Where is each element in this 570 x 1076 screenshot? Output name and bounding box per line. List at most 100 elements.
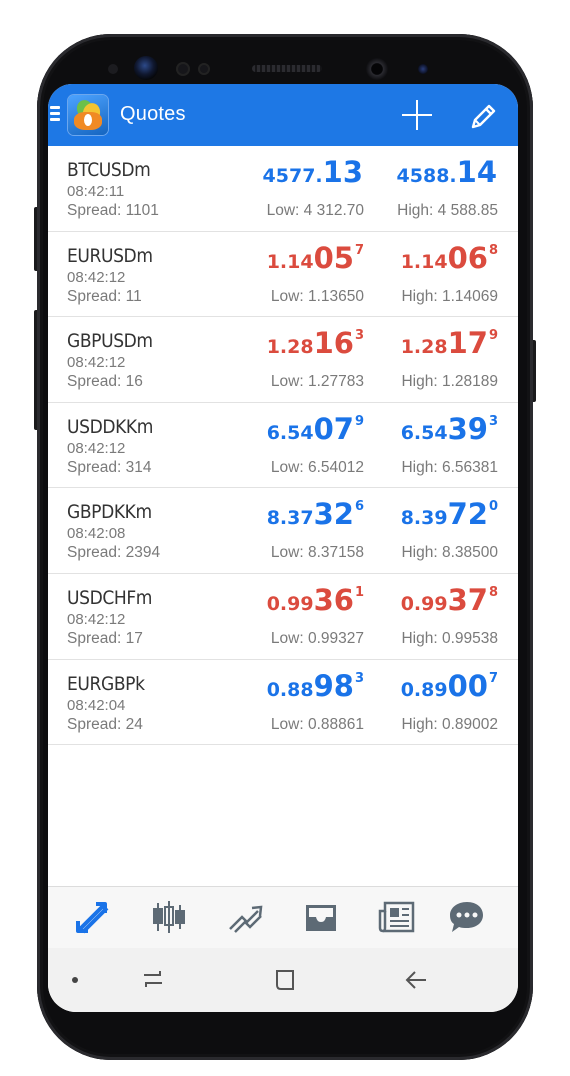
ask-price: 1.14068: [400, 240, 498, 275]
bid-price-big: 07: [313, 411, 354, 446]
quote-time: 08:42:08: [67, 525, 126, 543]
bid-price: 1.14057: [266, 243, 364, 273]
ask-price-main: 0.89: [400, 678, 448, 701]
ask-price: 0.89007: [400, 668, 498, 703]
ask-price: 6.54393: [400, 411, 498, 446]
ask-price: 4588.14: [397, 158, 498, 187]
bid-price-main: 8.37: [266, 507, 314, 530]
high-value: High: 1.28189: [401, 373, 498, 391]
low-value: Low: 0.88861: [270, 715, 364, 733]
menu-icon[interactable]: [50, 106, 60, 124]
low-value: Low: 6.54012: [270, 458, 364, 476]
trade-icon[interactable]: [225, 899, 265, 935]
symbol-name: USDDKKm: [67, 415, 153, 438]
front-camera: [366, 58, 388, 80]
ask-price-pip: 8: [488, 242, 498, 258]
bottom-navigation: [48, 886, 518, 949]
quotes-icon[interactable]: [74, 899, 114, 935]
quote-row-gbpusdm[interactable]: GBPUSDm 08:42:12 Spread: 16 1.28163 1.28…: [48, 317, 518, 403]
quote-time: 08:42:12: [67, 610, 126, 628]
bid-price: 0.99361: [266, 584, 364, 615]
high-value: High: 4 588.85: [397, 202, 498, 219]
light-sensor-2: [198, 63, 210, 75]
ask-price-pip: 9: [488, 328, 498, 344]
earpiece-speaker: [252, 65, 322, 72]
metatrader-logo-icon[interactable]: [68, 95, 108, 135]
bid-price-main: 1.28: [266, 336, 314, 359]
ask-price-main: 6.54: [400, 421, 448, 444]
bid-price-main: 6.54: [266, 421, 314, 444]
ask-price-main: 4588.: [396, 165, 457, 187]
iris-camera: [418, 64, 428, 74]
bid-price-pip: 1: [354, 584, 364, 600]
chat-icon[interactable]: [447, 899, 487, 935]
symbol-name: GBPDKKm: [67, 501, 152, 524]
symbol-name: GBPUSDm: [67, 330, 153, 353]
quote-row-usddkkm[interactable]: USDDKKm 08:42:12 Spread: 314 6.54079 6.5…: [48, 403, 518, 489]
quote-time: 08:42:04: [67, 696, 126, 714]
news-icon[interactable]: [377, 899, 417, 935]
high-value: High: 0.99538: [401, 629, 498, 647]
history-icon[interactable]: [301, 899, 341, 935]
app-bar: Quotes: [48, 84, 518, 146]
bid-price-big: 13: [322, 155, 363, 189]
ask-price: 0.99378: [400, 582, 498, 617]
light-sensor: [176, 62, 190, 76]
bid-price-big: 16: [313, 326, 354, 361]
spread-value: Spread: 314: [67, 458, 152, 476]
ask-price-big: 39: [447, 411, 488, 446]
low-value: Low: 1.27783: [270, 373, 364, 391]
ask-price-big: 72: [447, 497, 488, 532]
bid-price: 4577.13: [263, 158, 364, 187]
plus-icon[interactable]: [402, 100, 432, 130]
system-navigation-bar: [48, 948, 518, 1012]
bid-price-pip: 6: [354, 499, 364, 515]
bid-price-main: 0.99: [266, 592, 314, 615]
pencil-icon[interactable]: [468, 100, 500, 132]
ask-price-main: 1.14: [400, 250, 448, 273]
low-value: Low: 1.13650: [270, 287, 364, 305]
ask-price-big: 37: [447, 582, 488, 617]
bid-price: 6.54079: [266, 411, 364, 446]
bid-price: 1.28163: [267, 329, 364, 358]
bid-price-pip: 9: [354, 413, 364, 429]
symbol-name: EURUSDm: [67, 244, 153, 267]
iris-sensor: [134, 56, 158, 80]
bid-price-main: 4577.: [262, 165, 323, 187]
quote-row-eurgbpk[interactable]: EURGBPk 08:42:04 Spread: 24 0.88983 0.89…: [48, 660, 518, 746]
home-icon[interactable]: [272, 967, 298, 993]
quote-row-usdchfm[interactable]: USDCHFm 08:42:12 Spread: 17 0.99361 0.99…: [48, 574, 518, 660]
quote-row-gbpdkkm[interactable]: GBPDKKm 08:42:08 Spread: 2394 8.37326 8.…: [48, 488, 518, 574]
ask-price-main: 0.99: [400, 592, 448, 615]
ask-price-main: 1.28: [400, 336, 448, 359]
quote-row-eurusdm[interactable]: EURUSDm 08:42:12 Spread: 11 1.14057 1.14…: [48, 232, 518, 318]
symbol-name: BTCUSDm: [67, 159, 151, 181]
recent-apps-icon[interactable]: [140, 967, 166, 993]
low-value: Low: 0.99327: [270, 629, 364, 647]
bid-price-pip: 3: [354, 328, 364, 344]
ask-price-pip: 3: [488, 413, 498, 429]
bid-price-big: 98: [313, 668, 354, 703]
proximity-sensor: [108, 64, 118, 74]
high-value: High: 6.56381: [401, 458, 498, 476]
ask-price-big: 17: [447, 326, 488, 361]
back-icon[interactable]: [404, 967, 430, 993]
bid-price-main: 1.14: [266, 250, 314, 273]
quote-time: 08:42:12: [67, 268, 126, 286]
ask-price-pip: 7: [488, 670, 498, 686]
chart-icon[interactable]: [149, 899, 189, 935]
symbol-name: USDCHFm: [67, 586, 153, 609]
spread-value: Spread: 11: [67, 287, 142, 305]
quotes-list: BTCUSDm 08:42:11 Spread: 1101 4577.13 45…: [48, 146, 518, 746]
ask-price-big: 06: [447, 240, 488, 275]
spread-value: Spread: 16: [67, 373, 143, 391]
high-value: High: 0.89002: [401, 715, 498, 733]
ask-price-big: 00: [447, 668, 488, 703]
spread-value: Spread: 24: [67, 715, 143, 733]
high-value: High: 1.14069: [401, 287, 498, 305]
quote-row-btcusdm[interactable]: BTCUSDm 08:42:11 Spread: 1101 4577.13 45…: [48, 146, 518, 232]
dot-icon: [72, 977, 78, 983]
ask-price: 8.39720: [401, 500, 498, 529]
quote-time: 08:42:12: [67, 354, 126, 372]
ask-price-pip: 8: [488, 584, 498, 600]
